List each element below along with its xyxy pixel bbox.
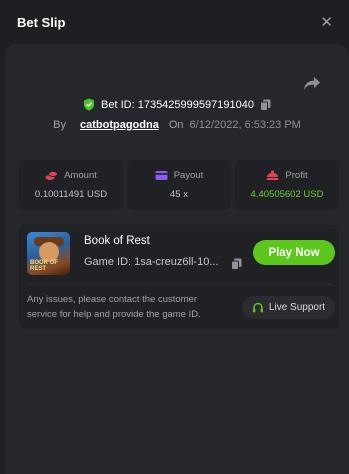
game-id: Game ID: 1sa-creuz6ll-10... (84, 256, 219, 268)
headset-icon (252, 302, 263, 312)
modal-header: Bet Slip ✕ (0, 0, 349, 44)
stat-profit: Profit 4.40505602 USD (235, 160, 339, 210)
game-card: BOOK OF REST Book of Rest Game ID: 1sa-c… (19, 225, 339, 329)
stat-value: 4.40505602 USD (250, 189, 324, 200)
wallet-icon (155, 171, 168, 180)
stat-label: Profit (285, 170, 308, 181)
username-link[interactable]: catbotpagodna (80, 119, 159, 131)
copy-icon[interactable] (231, 258, 242, 270)
bet-id-row: Bet ID: 1735425999597191040 (5, 98, 349, 111)
modal-title: Bet Slip (17, 14, 66, 30)
by-label: By (53, 119, 66, 131)
game-name: Book of Rest (84, 235, 150, 247)
stat-value: 0.10011491 USD (34, 189, 108, 200)
close-icon[interactable]: ✕ (320, 15, 333, 30)
bet-details-panel: Bet ID: 1735425999597191040 By catbotpag… (5, 44, 349, 474)
live-support-button[interactable]: Live Support (242, 296, 335, 319)
divider (27, 284, 331, 285)
copy-icon[interactable] (259, 99, 271, 111)
stat-label: Amount (64, 170, 97, 181)
bet-stats: Amount 0.10011491 USD Payout 45 x Profit… (19, 160, 339, 210)
shield-check-icon (84, 98, 95, 111)
bet-id: Bet ID: 1735425999597191040 (101, 98, 254, 111)
live-support-label: Live Support (268, 302, 326, 313)
stat-amount: Amount 0.10011491 USD (19, 160, 123, 210)
support-text: Any issues, please contact the customer … (27, 294, 201, 320)
bet-byline: By catbotpagodna On 6/12/2022, 6:53:23 P… (5, 119, 349, 131)
game-thumbnail-logo: BOOK OF REST (30, 260, 58, 272)
stat-value: 45 x (170, 189, 188, 200)
stat-payout: Payout 45 x (127, 160, 231, 210)
play-now-button[interactable]: Play Now (253, 240, 335, 265)
bet-date: 6/12/2022, 6:53:23 PM (189, 119, 301, 131)
stat-label: Payout (173, 170, 204, 181)
game-thumbnail[interactable]: BOOK OF REST (27, 232, 70, 275)
coins-icon (45, 171, 59, 180)
on-label: On (168, 119, 184, 131)
share-icon[interactable] (303, 76, 321, 92)
profit-icon (266, 170, 279, 180)
bet-slip-modal: Bet Slip ✕ Bet ID: 1735425999597191040 B… (0, 0, 349, 474)
